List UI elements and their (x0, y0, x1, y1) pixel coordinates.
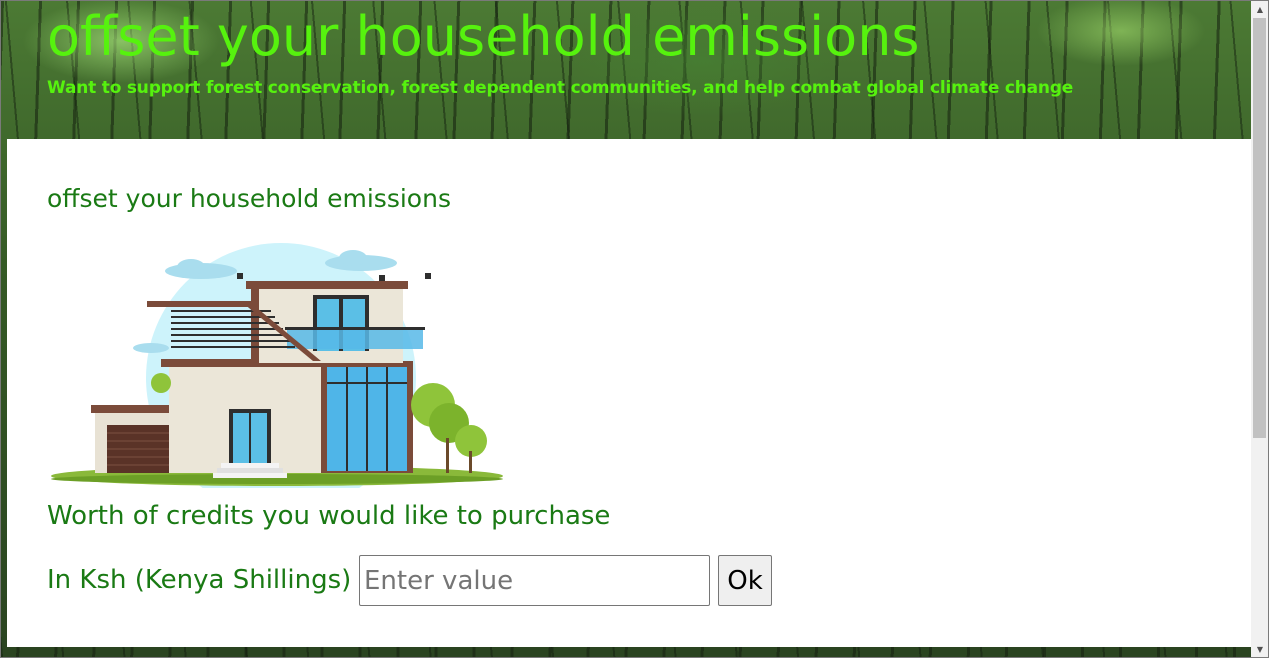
credits-label: Worth of credits you would like to purch… (47, 501, 611, 531)
house-illustration (51, 243, 503, 488)
hero-subtitle: Want to support forest conservation, for… (47, 78, 1074, 98)
vertical-scrollbar[interactable]: ▲ ▼ (1251, 1, 1268, 657)
currency-label: In Ksh (Kenya Shillings) (47, 565, 352, 595)
hero-banner: offset your household emissions Want to … (7, 1, 1251, 139)
down-arrow-icon[interactable]: ▼ (1251, 641, 1268, 657)
amount-input[interactable] (359, 555, 710, 606)
hero-title: offset your household emissions (47, 5, 920, 68)
section-title: offset your household emissions (47, 184, 451, 213)
ok-button[interactable]: Ok (718, 555, 772, 606)
browser-viewport: offset your household emissions Want to … (0, 0, 1269, 658)
up-arrow-icon[interactable]: ▲ (1251, 1, 1268, 17)
scroll-thumb[interactable] (1253, 18, 1266, 438)
content-panel: offset your household emissions Worth of… (7, 139, 1251, 647)
